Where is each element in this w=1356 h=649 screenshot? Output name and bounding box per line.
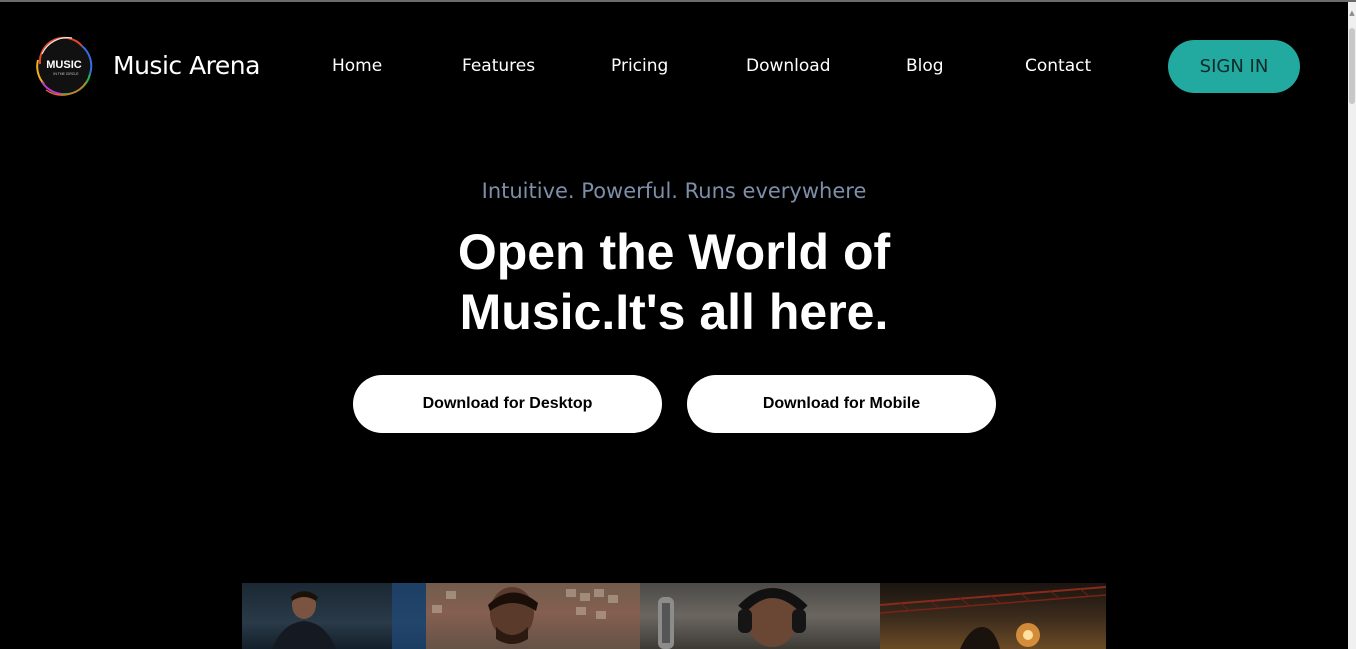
artist-photo-2 — [426, 583, 640, 649]
nav-home[interactable]: Home — [332, 56, 382, 76]
hero-headline: Open the World of Music.It's all here. — [374, 222, 974, 342]
window-top-border — [0, 0, 1356, 2]
scrollbar-thumb[interactable] — [1349, 28, 1355, 104]
hero-headline-line-1: Open the World of — [457, 224, 891, 280]
page-scrollbar[interactable]: ▲ — [1348, 2, 1356, 649]
nav-download[interactable]: Download — [746, 56, 831, 76]
nav-contact[interactable]: Contact — [1025, 56, 1091, 76]
artist-photo-4 — [880, 583, 1106, 649]
artist-photo-1 — [242, 583, 426, 649]
artist-photo-3 — [640, 583, 880, 649]
nav-blog[interactable]: Blog — [906, 56, 944, 76]
hero-headline-line-2: Music.It's all here. — [459, 284, 889, 340]
sign-in-button[interactable]: SIGN IN — [1168, 40, 1300, 93]
download-desktop-button[interactable]: Download for Desktop — [353, 375, 662, 433]
scroll-up-icon[interactable]: ▲ — [1348, 6, 1356, 20]
music-circle-logo-icon[interactable]: MUSIC IN THE CIRCLE — [32, 34, 96, 98]
hero-tagline: Intuitive. Powerful. Runs everywhere — [481, 179, 867, 203]
download-mobile-button[interactable]: Download for Mobile — [687, 375, 996, 433]
logo-text: MUSIC — [46, 59, 82, 71]
nav-pricing[interactable]: Pricing — [611, 56, 668, 76]
landing-page: MUSIC IN THE CIRCLE Music Arena Home Fea… — [0, 0, 1356, 649]
logo-subtext: IN THE CIRCLE — [53, 72, 79, 76]
brand-name[interactable]: Music Arena — [113, 51, 260, 80]
artist-gallery — [242, 583, 1106, 649]
nav-features[interactable]: Features — [462, 56, 535, 76]
